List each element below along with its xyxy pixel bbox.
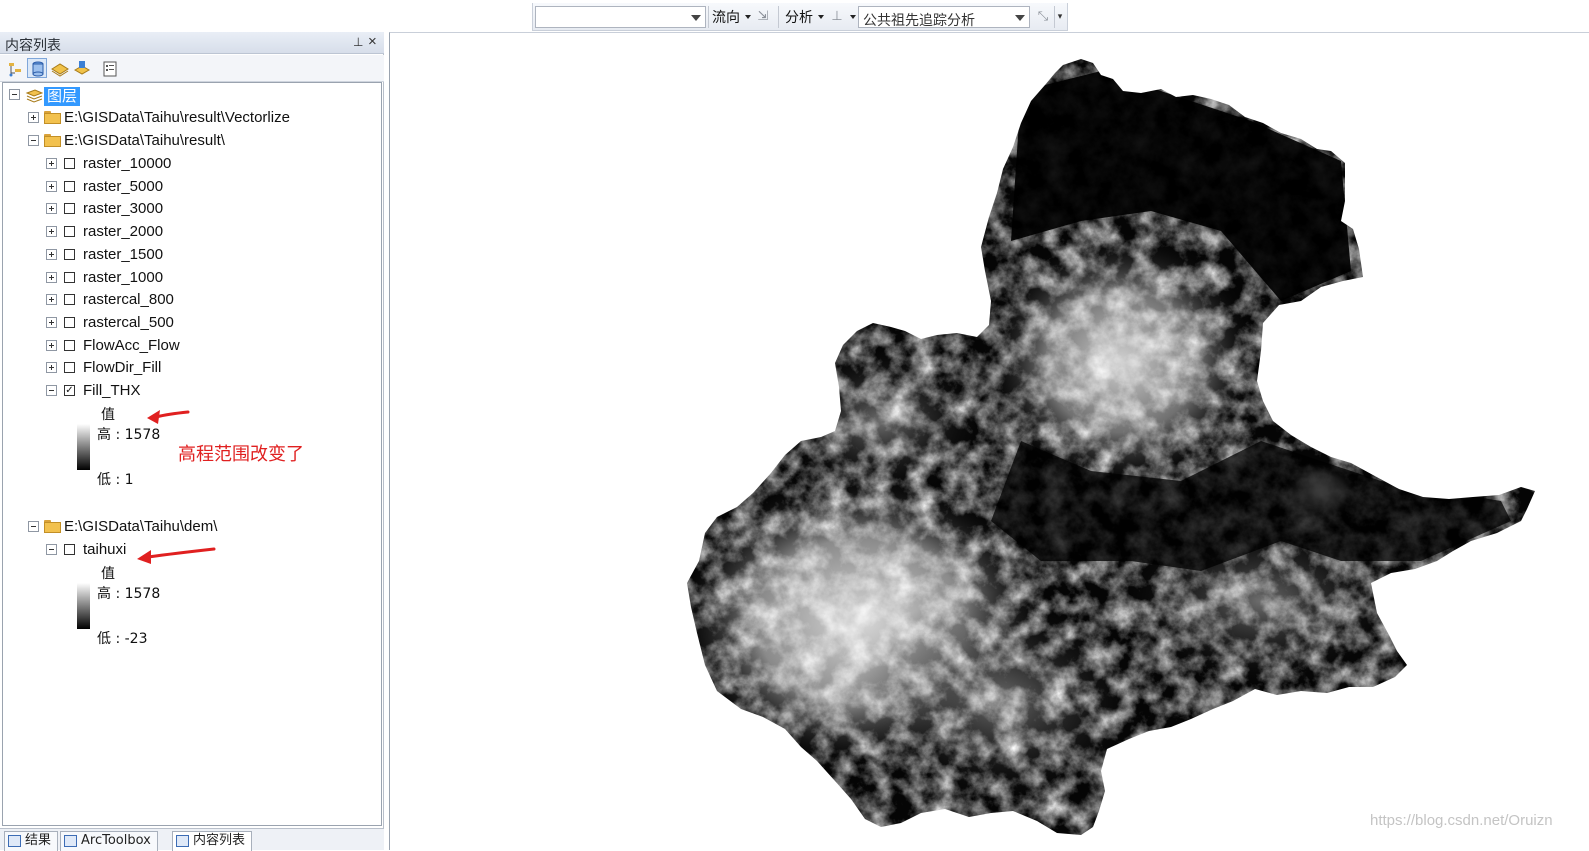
arrow-icon — [147, 410, 190, 424]
tab-label: 内容列表 — [193, 833, 246, 848]
toolbar-separator — [708, 6, 709, 28]
analysis-menu-caret-icon[interactable] — [818, 15, 824, 19]
analysis-menu[interactable]: 分析 — [785, 7, 813, 27]
tab-results[interactable]: 结果 — [4, 831, 59, 851]
flag-caret-icon[interactable] — [850, 15, 856, 19]
flow-arrows-icon[interactable]: ⇲ — [754, 8, 772, 24]
tab-table-of-contents[interactable]: 内容列表 — [172, 831, 253, 851]
contents-icon — [176, 835, 189, 847]
toolbar-separator — [778, 6, 779, 28]
network-dropdown[interactable] — [535, 6, 706, 28]
chevron-down-icon — [691, 15, 701, 21]
watermark: https://blog.csdn.net/Oruizn — [1370, 812, 1553, 829]
arrow-icon — [137, 547, 216, 564]
flow-menu-caret-icon[interactable] — [745, 15, 751, 19]
results-icon — [8, 835, 21, 847]
add-flag-icon[interactable]: ⊥ — [828, 8, 846, 24]
tab-arctoolbox[interactable]: ArcToolbox — [60, 831, 158, 851]
dock-tab-strip: 结果 ArcToolbox 内容列表 — [0, 828, 384, 851]
dem-raster-map — [687, 59, 1535, 835]
annotation-arrows — [137, 410, 216, 564]
tab-label: ArcToolbox — [81, 833, 151, 848]
trace-task-dropdown[interactable]: 公共祖先追踪分析 — [858, 6, 1030, 29]
tab-label: 结果 — [25, 833, 52, 848]
toolbox-icon — [64, 835, 77, 847]
solve-icon[interactable]: ⤡ — [1034, 8, 1052, 24]
chevron-down-icon — [1015, 15, 1025, 21]
trace-task-value: 公共祖先追踪分析 — [863, 13, 975, 29]
toolbar-options-icon[interactable]: ▾ — [1055, 8, 1065, 24]
legend-low-value: 低 : -23 — [97, 631, 148, 647]
map-view[interactable] — [389, 32, 1589, 850]
annotation-note: 高程范围改变了 — [178, 444, 304, 465]
flow-direction-menu[interactable]: 流向 — [712, 7, 740, 27]
